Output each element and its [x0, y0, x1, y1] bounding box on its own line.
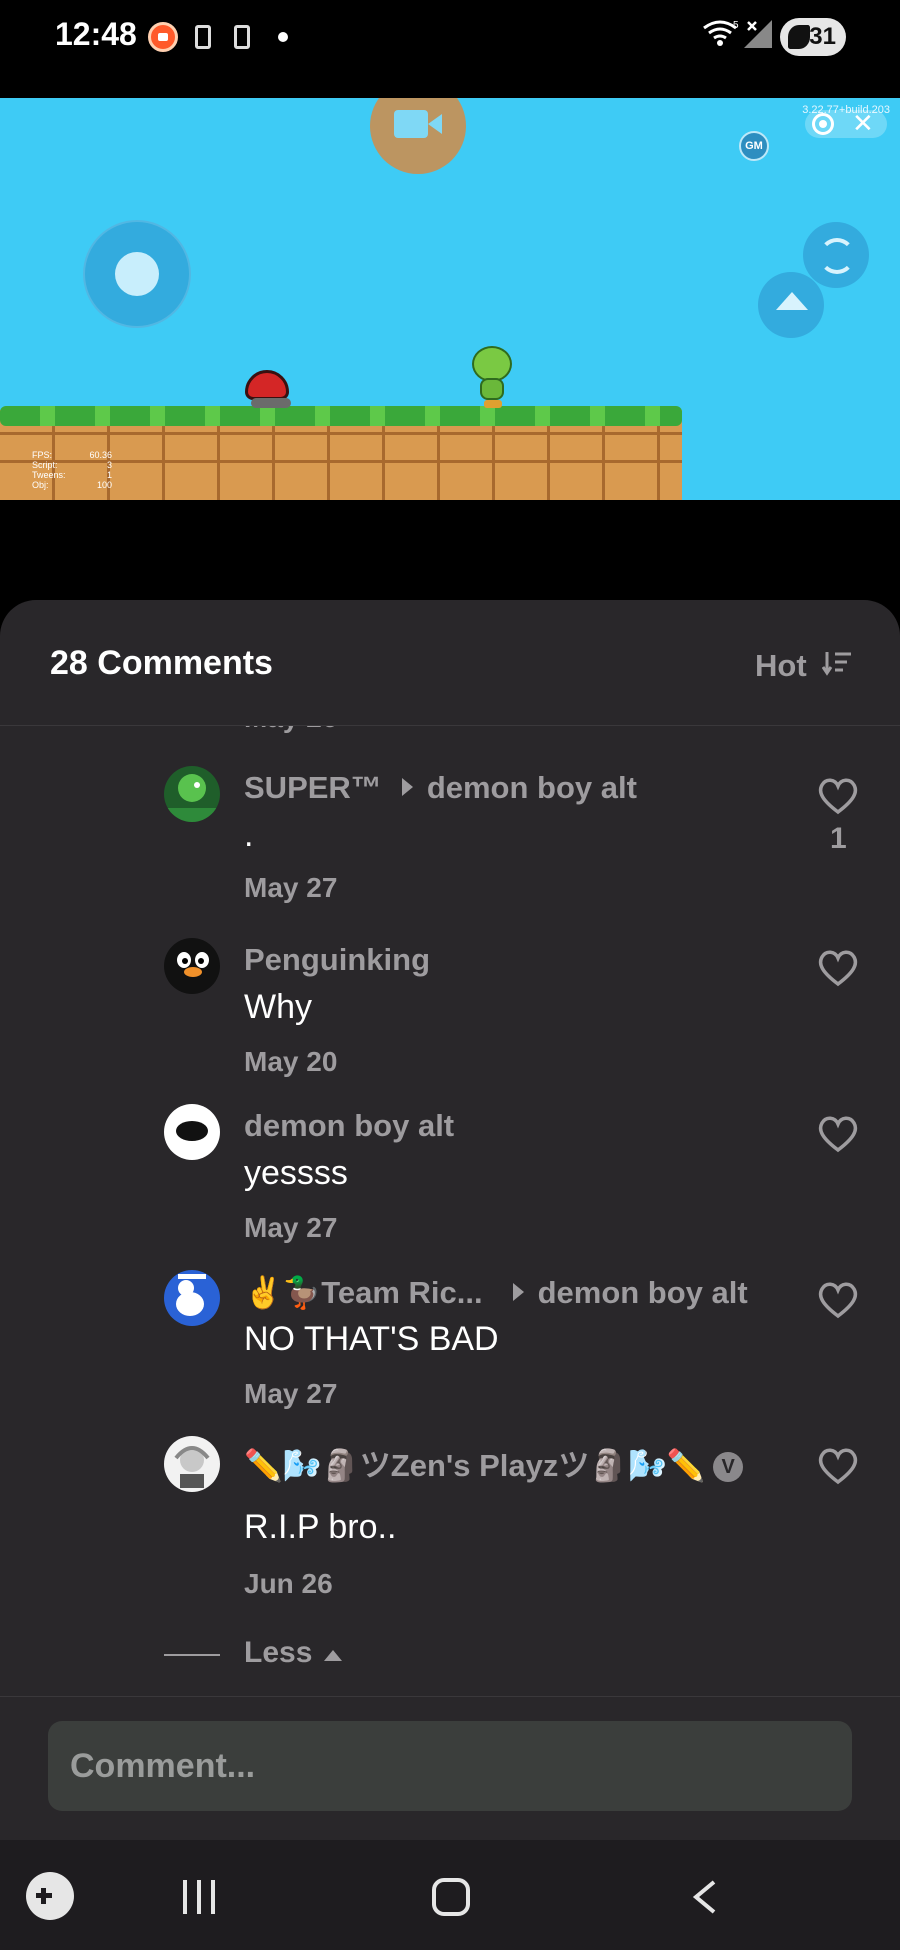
- enemy-sprite: [245, 370, 293, 408]
- comment-date: Jun 26: [244, 1568, 333, 1599]
- caret-up-icon: [324, 1650, 342, 1661]
- grass-strip: [0, 406, 682, 426]
- virtual-joystick[interactable]: [83, 220, 191, 328]
- verified-badge-icon: V: [713, 1452, 744, 1482]
- gm-button[interactable]: GM: [739, 131, 769, 161]
- game-viewport[interactable]: 3.22.77+build.203 ✕ GM FPS: 60.36 Script:…: [0, 98, 900, 500]
- heart-icon[interactable]: [816, 776, 860, 816]
- comments-list[interactable]: May 26 SUPER™ demon boy alt . May 27 1: [0, 726, 900, 1696]
- jump-button[interactable]: [758, 272, 824, 338]
- battery-icon: 31: [780, 18, 846, 56]
- comment-composer: [0, 1696, 900, 1840]
- status-bar: 12:48 5 31: [0, 0, 900, 75]
- reply-to-author[interactable]: demon boy alt: [538, 1275, 748, 1310]
- sim-card-icon: [234, 25, 250, 49]
- sim-card-icon: [195, 25, 211, 49]
- reply-arrow-icon: [512, 1283, 524, 1301]
- less-label: Less: [244, 1636, 313, 1669]
- comment-author[interactable]: SUPER™: [244, 770, 382, 805]
- signal-icon: [744, 20, 772, 48]
- comment-date: May 27: [244, 1378, 338, 1409]
- comment-input[interactable]: [48, 1721, 852, 1811]
- rotate-button[interactable]: [803, 222, 869, 288]
- player-sprite: [472, 346, 514, 408]
- battery-saver-icon: [788, 25, 810, 49]
- video-camera-button[interactable]: [370, 98, 466, 174]
- record-icon[interactable]: [812, 113, 834, 135]
- debug-stat-row: FPS: 60.36: [32, 450, 112, 460]
- comments-sheet: 28 Comments Hot May 26 SUPER™ demon boy a…: [0, 600, 900, 1840]
- comments-title: 28 Comments: [50, 644, 273, 682]
- sort-icon[interactable]: [822, 650, 852, 676]
- recents-icon[interactable]: [180, 1880, 220, 1914]
- comment-date: May 27: [244, 872, 338, 903]
- close-icon[interactable]: ✕: [852, 108, 874, 138]
- heart-icon[interactable]: [816, 1280, 860, 1320]
- avatar[interactable]: [164, 1270, 220, 1326]
- avatar[interactable]: [164, 766, 220, 822]
- debug-stat-row: Script: 3: [32, 460, 112, 470]
- debug-stat-row: Tweens: 1: [32, 470, 112, 480]
- debug-stats-panel: FPS: 60.36 Script: 3 Tweens: 1 Obj: 100: [32, 450, 112, 490]
- wifi-icon: 5: [703, 20, 739, 46]
- battery-level: 31: [809, 23, 836, 50]
- wifi-band-label: 5: [733, 20, 739, 31]
- status-time: 12:48: [55, 16, 137, 52]
- comment-date: May 20: [244, 1046, 338, 1077]
- reply-arrow-icon: [401, 778, 413, 796]
- heart-icon[interactable]: [816, 1446, 860, 1486]
- video-camera-icon: [394, 110, 428, 138]
- debug-stat-row: Obj: 100: [32, 480, 112, 490]
- sort-button[interactable]: Hot: [755, 648, 807, 684]
- comment-text: Why: [244, 988, 312, 1026]
- comment-text: NO THAT'S BAD: [244, 1320, 499, 1358]
- comments-header: 28 Comments Hot: [0, 600, 900, 726]
- like-count: 1: [830, 822, 847, 855]
- reply-to-author[interactable]: demon boy alt: [427, 770, 637, 805]
- comment-author[interactable]: ✌️🦆Team Ric...: [244, 1275, 483, 1310]
- comment-text: yessss: [244, 1154, 348, 1192]
- comment-author[interactable]: ✏️🌬️🗿ツZen's Playzツ🗿🌬️✏️: [244, 1448, 705, 1483]
- home-icon[interactable]: [432, 1878, 470, 1916]
- heart-icon[interactable]: [816, 1114, 860, 1154]
- avatar[interactable]: [164, 1104, 220, 1160]
- comment-author[interactable]: demon boy alt: [244, 1108, 454, 1143]
- avatar[interactable]: [164, 938, 220, 994]
- heart-icon[interactable]: [816, 948, 860, 988]
- comment-text: R.I.P bro..: [244, 1508, 397, 1546]
- notification-dot-icon: [278, 32, 288, 42]
- game-launcher-icon[interactable]: [26, 1872, 74, 1920]
- system-nav-bar: [0, 1840, 900, 1950]
- avatar[interactable]: [164, 1436, 220, 1492]
- back-icon[interactable]: [690, 1880, 720, 1914]
- comment-author[interactable]: Penguinking: [244, 942, 430, 977]
- comment-date: May 27: [244, 1212, 338, 1243]
- joystick-knob[interactable]: [115, 252, 159, 296]
- comment-date: May 26: [244, 726, 337, 734]
- divider: [164, 1654, 220, 1656]
- screen-record-icon: [148, 22, 178, 52]
- comment-text: .: [244, 816, 254, 854]
